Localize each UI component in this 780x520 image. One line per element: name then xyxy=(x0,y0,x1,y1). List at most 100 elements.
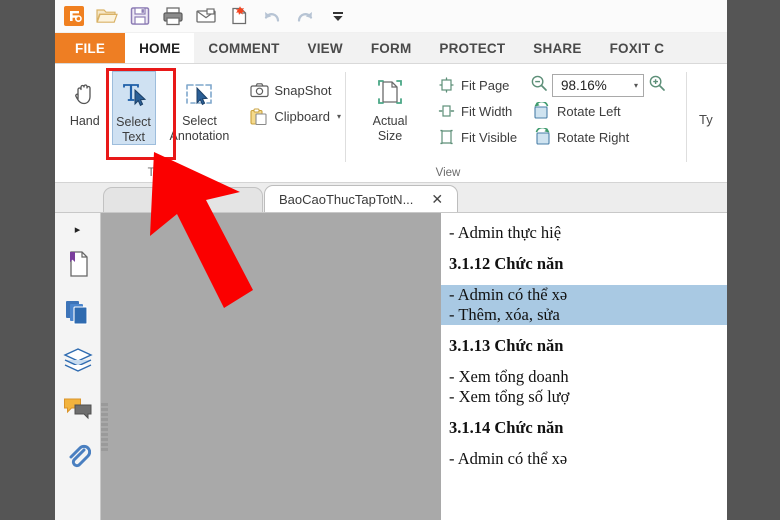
fit-visible-icon xyxy=(436,129,456,145)
doc-line: - Admin thực hiệ xyxy=(449,223,562,242)
zoom-in-icon[interactable] xyxy=(648,74,666,97)
foxit-reader-window: FILE HOME COMMENT VIEW FORM PROTECT SHAR… xyxy=(55,0,727,520)
email-icon[interactable] xyxy=(190,2,221,30)
document-tab-baocao[interactable]: BaoCaoThucTapTotN... ✕ xyxy=(264,185,459,212)
customize-toolbar-icon[interactable] xyxy=(322,2,353,30)
fit-width-icon xyxy=(436,103,456,119)
doc-spacer xyxy=(441,243,727,254)
hand-tool-label: Hand xyxy=(69,114,100,128)
attachments-pane-icon[interactable] xyxy=(58,432,98,480)
select-text-button[interactable]: Select Text xyxy=(111,71,156,145)
quick-access-toolbar xyxy=(55,0,727,33)
clipboard-label: Clipboard xyxy=(274,108,330,124)
doc-heading: 3.1.14 Chức năn xyxy=(449,418,564,437)
doc-spacer xyxy=(441,438,727,449)
fit-visible-label: Fit Visible xyxy=(461,129,518,145)
rotate-right-icon xyxy=(532,128,552,146)
menu-tab-home[interactable]: HOME xyxy=(125,33,195,63)
camera-icon xyxy=(249,82,269,98)
rotate-right-button[interactable]: Rotate Right xyxy=(528,124,633,150)
menu-tab-protect[interactable]: PROTECT xyxy=(425,33,519,63)
tools-group-label: Tools xyxy=(147,167,175,179)
left-dark-margin xyxy=(0,0,55,520)
select-annotation-label-line2: Annotation xyxy=(169,129,230,143)
rotate-left-button[interactable]: Rotate Left xyxy=(528,98,625,124)
ribbon-group-view: Actual Size Fit Page 98.16% ▾ Fit Width … xyxy=(346,64,686,182)
document-canvas[interactable]: - Admin thực hiệ 3.1.12 Chức năn - Admin… xyxy=(101,213,727,520)
menu-tab-comment[interactable]: COMMENT xyxy=(194,33,293,63)
zoom-level-field[interactable]: 98.16% ▾ xyxy=(552,73,644,97)
fit-width-label: Fit Width xyxy=(461,103,513,119)
foxit-logo-icon[interactable] xyxy=(58,2,89,30)
ribbon-group-tools: Hand Select Text Select Annotation SnapS… xyxy=(55,64,345,182)
new-from-file-icon[interactable] xyxy=(223,2,254,30)
doc-line-selected: - Thêm, xóa, sửa xyxy=(441,305,727,325)
doc-spacer xyxy=(441,407,727,418)
screenshot-root: FILE HOME COMMENT VIEW FORM PROTECT SHAR… xyxy=(0,0,780,520)
navigation-pane: ▸ xyxy=(55,213,101,520)
doc-spacer xyxy=(441,274,727,285)
actual-size-button[interactable]: Actual Size xyxy=(358,71,422,143)
ribbon-tab-bar: FILE HOME COMMENT VIEW FORM PROTECT SHAR… xyxy=(55,33,727,64)
rotate-right-label: Rotate Right xyxy=(557,129,630,145)
page-thumbnails-icon[interactable] xyxy=(58,288,98,336)
typewriter-label[interactable]: Ty xyxy=(699,112,713,127)
undo-icon[interactable] xyxy=(256,2,287,30)
rotate-left-icon xyxy=(532,102,552,120)
doc-heading: 3.1.12 Chức năn xyxy=(449,254,564,273)
rotate-left-label: Rotate Left xyxy=(557,103,621,119)
hand-icon xyxy=(70,75,100,113)
doc-spacer xyxy=(441,325,727,336)
zoom-out-icon[interactable] xyxy=(530,74,548,97)
close-icon[interactable]: ✕ xyxy=(431,191,443,208)
clipboard-icon xyxy=(249,108,269,125)
snapshot-label: SnapShot xyxy=(274,82,332,98)
document-tab-start[interactable]: Start xyxy=(103,187,263,212)
doc-line: - Admin có thể xə xyxy=(449,449,568,468)
menu-tab-view[interactable]: VIEW xyxy=(294,33,357,63)
pdf-page[interactable]: - Admin thực hiệ 3.1.12 Chức năn - Admin… xyxy=(441,213,727,520)
menu-tab-foxit-cloud[interactable]: FOXIT C xyxy=(596,33,679,63)
menu-tab-share[interactable]: SHARE xyxy=(519,33,595,63)
comments-pane-icon[interactable] xyxy=(58,384,98,432)
select-annotation-button[interactable]: Select Annotation xyxy=(169,71,230,143)
fit-page-label: Fit Page xyxy=(461,77,510,93)
doc-line: - Xem tổng số lượ xyxy=(449,387,570,406)
right-dark-margin xyxy=(727,0,780,520)
document-tab-strip: Start BaoCaoThucTapTotN... ✕ xyxy=(55,183,727,213)
menu-tab-form[interactable]: FORM xyxy=(357,33,426,63)
view-group-label: View xyxy=(435,167,461,179)
select-text-label-line1: Select xyxy=(116,115,151,129)
select-text-label-line2: Text xyxy=(122,130,145,144)
snapshot-button[interactable]: SnapShot xyxy=(245,77,345,103)
open-folder-icon[interactable] xyxy=(91,2,122,30)
clipboard-button[interactable]: Clipboard ▾ xyxy=(245,103,345,129)
select-text-icon xyxy=(119,76,149,114)
fit-visible-button[interactable]: Fit Visible xyxy=(432,124,528,150)
doc-spacer xyxy=(441,356,727,367)
clipboard-dropdown-caret-icon[interactable]: ▾ xyxy=(337,112,341,121)
fit-width-button[interactable]: Fit Width xyxy=(432,98,528,124)
save-icon[interactable] xyxy=(124,2,155,30)
select-annotation-label-line1: Select xyxy=(182,114,217,128)
zoom-level-value: 98.16% xyxy=(561,77,607,93)
actual-size-icon xyxy=(372,75,408,113)
fit-page-button[interactable]: Fit Page xyxy=(432,72,528,98)
fit-page-icon xyxy=(436,77,456,93)
document-tab-start-label: Start xyxy=(169,192,197,208)
menu-tab-file[interactable]: FILE xyxy=(55,33,126,63)
ribbon-group-typewriter: Ty xyxy=(687,64,713,182)
layers-pane-icon[interactable] xyxy=(58,336,98,384)
doc-line-selected: - Admin có thể xə xyxy=(441,285,727,305)
zoom-dropdown-caret-icon[interactable]: ▾ xyxy=(634,81,638,90)
doc-heading: 3.1.13 Chức năn xyxy=(449,336,564,355)
bookmark-pane-icon[interactable] xyxy=(58,240,98,288)
expand-navigation-arrow-icon[interactable]: ▸ xyxy=(55,218,100,240)
redo-icon[interactable] xyxy=(289,2,320,30)
ribbon: Hand Select Text Select Annotation SnapS… xyxy=(55,64,727,183)
actual-size-label-line2: Size xyxy=(377,129,403,143)
actual-size-label-line1: Actual xyxy=(372,114,408,128)
hand-tool-button[interactable]: Hand xyxy=(63,71,107,128)
print-icon[interactable] xyxy=(157,2,188,30)
document-tab-baocao-label: BaoCaoThucTapTotN... xyxy=(279,191,414,207)
